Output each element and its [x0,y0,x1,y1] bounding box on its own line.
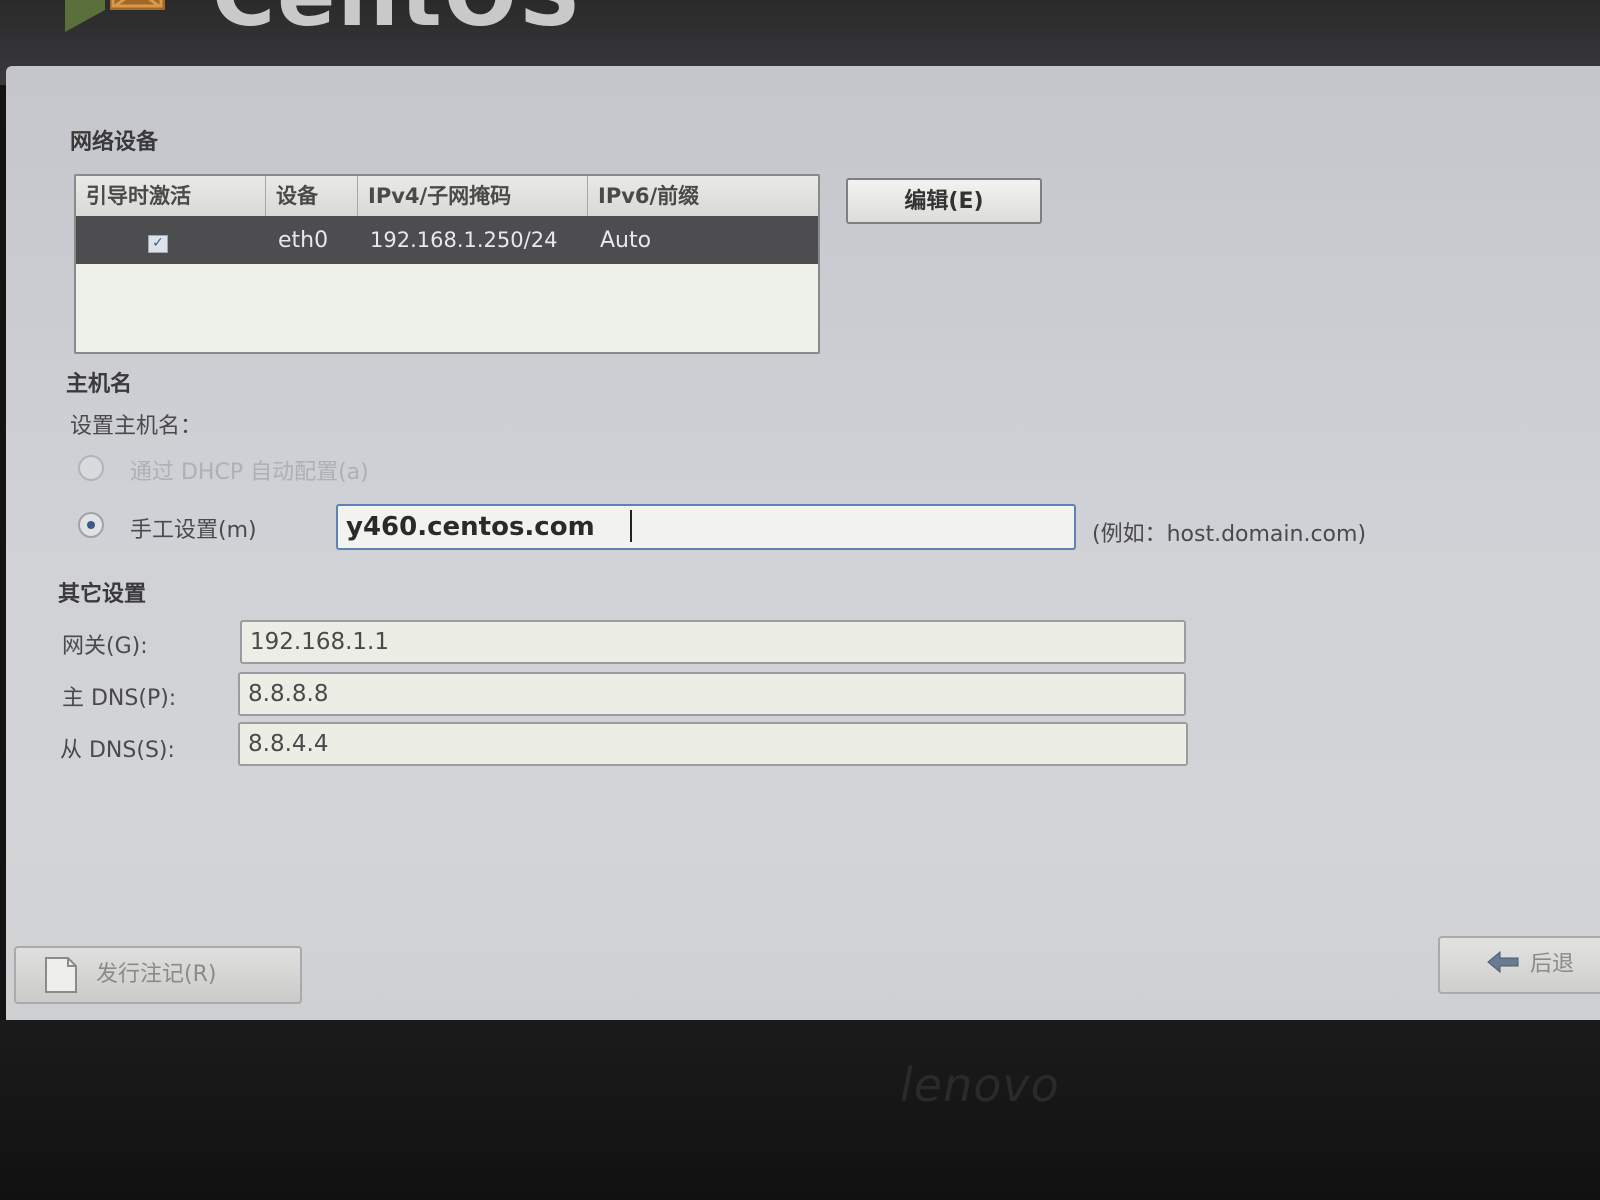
centos-logo-text: CentOS [212,0,583,46]
back-button[interactable]: 后退 [1438,936,1600,994]
installer-screen: 网络设备 引导时激活 设备 IPv4/子网掩码 IPv6/前缀 ✓ eth0 1… [6,66,1600,1026]
network-devices-title: 网络设备 [70,130,159,155]
dhcp-radio[interactable] [78,455,104,481]
primary-dns-label: 主 DNS(P): [62,686,177,711]
column-header-device[interactable]: 设备 [266,176,358,216]
gateway-input[interactable] [240,620,1186,664]
active-on-boot-checkbox[interactable]: ✓ [148,234,168,253]
hostname-prompt: 设置主机名： [70,414,203,439]
table-header: 引导时激活 设备 IPv4/子网掩码 IPv6/前缀 [76,176,818,217]
laptop-brand-logo: lenovo [900,1058,1060,1112]
table-row[interactable]: ✓ eth0 192.168.1.250/24 Auto [76,216,818,264]
edit-button[interactable]: 编辑(E) [846,178,1042,224]
back-label: 后退 [1530,952,1575,977]
manual-option-label[interactable]: 手工设置(m) [130,512,257,544]
secondary-dns-input[interactable] [238,722,1188,766]
other-settings-title: 其它设置 [58,582,147,607]
manual-radio[interactable] [78,512,104,538]
column-header-active-on-boot[interactable]: 引导时激活 [76,176,266,216]
document-icon [45,957,77,993]
active-on-boot-cell[interactable]: ✓ [76,228,266,253]
hostname-title: 主机名 [66,372,133,397]
text-caret [630,510,632,542]
hostname-example-hint: (例如：host.domain.com) [1092,522,1367,547]
secondary-dns-label: 从 DNS(S): [60,738,175,763]
release-notes-label: 发行注记(R) [96,962,217,987]
dhcp-option-label[interactable]: 通过 DHCP 自动配置(a) [130,454,369,486]
ipv6-cell: Auto [600,227,652,253]
device-cell: eth0 [278,227,329,253]
ipv4-cell: 192.168.1.250/24 [370,228,558,252]
photo-frame: CentOS 网络设备 引导时激活 设备 IPv4/子网掩码 IPv6/前缀 ✓… [0,0,1600,1200]
gateway-label: 网关(G): [62,634,148,659]
release-notes-button[interactable]: 发行注记(R) [14,946,302,1004]
back-arrow-icon [1487,950,1519,974]
centos-logo-icon [65,0,165,32]
laptop-bezel [0,1020,1600,1200]
network-device-table[interactable]: 引导时激活 设备 IPv4/子网掩码 IPv6/前缀 ✓ eth0 192.16… [74,174,820,354]
primary-dns-input[interactable] [238,672,1186,716]
column-header-ipv6[interactable]: IPv6/前缀 [588,176,818,216]
hostname-input[interactable] [336,504,1076,550]
column-header-ipv4[interactable]: IPv4/子网掩码 [358,176,588,216]
